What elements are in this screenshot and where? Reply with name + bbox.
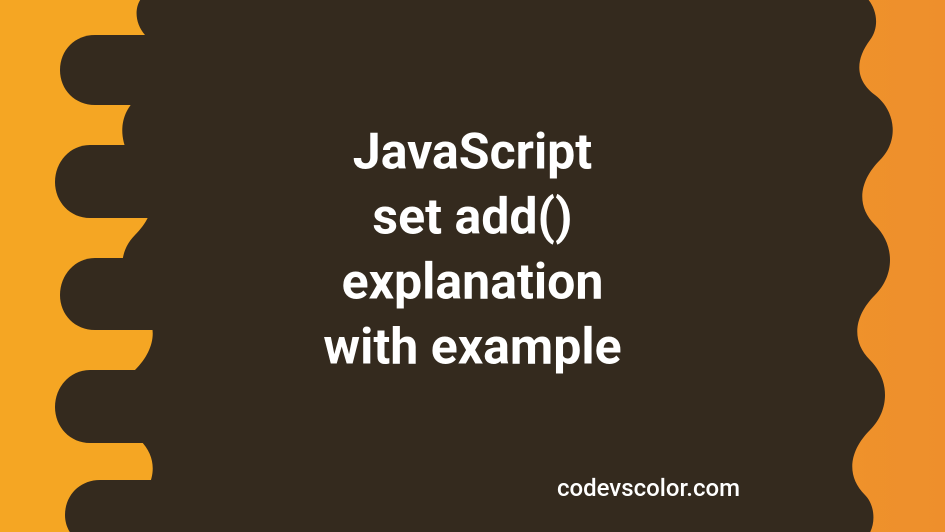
heading-line-3: explanation xyxy=(323,250,621,315)
banner-canvas: JavaScript set add() explanation with ex… xyxy=(0,0,945,532)
heading-line-4: with example xyxy=(323,315,621,380)
site-label: codevscolor.com xyxy=(557,474,740,502)
heading-line-2: set add() xyxy=(323,185,621,250)
heading-line-1: JavaScript xyxy=(323,120,621,185)
banner-heading: JavaScript set add() explanation with ex… xyxy=(323,120,621,380)
